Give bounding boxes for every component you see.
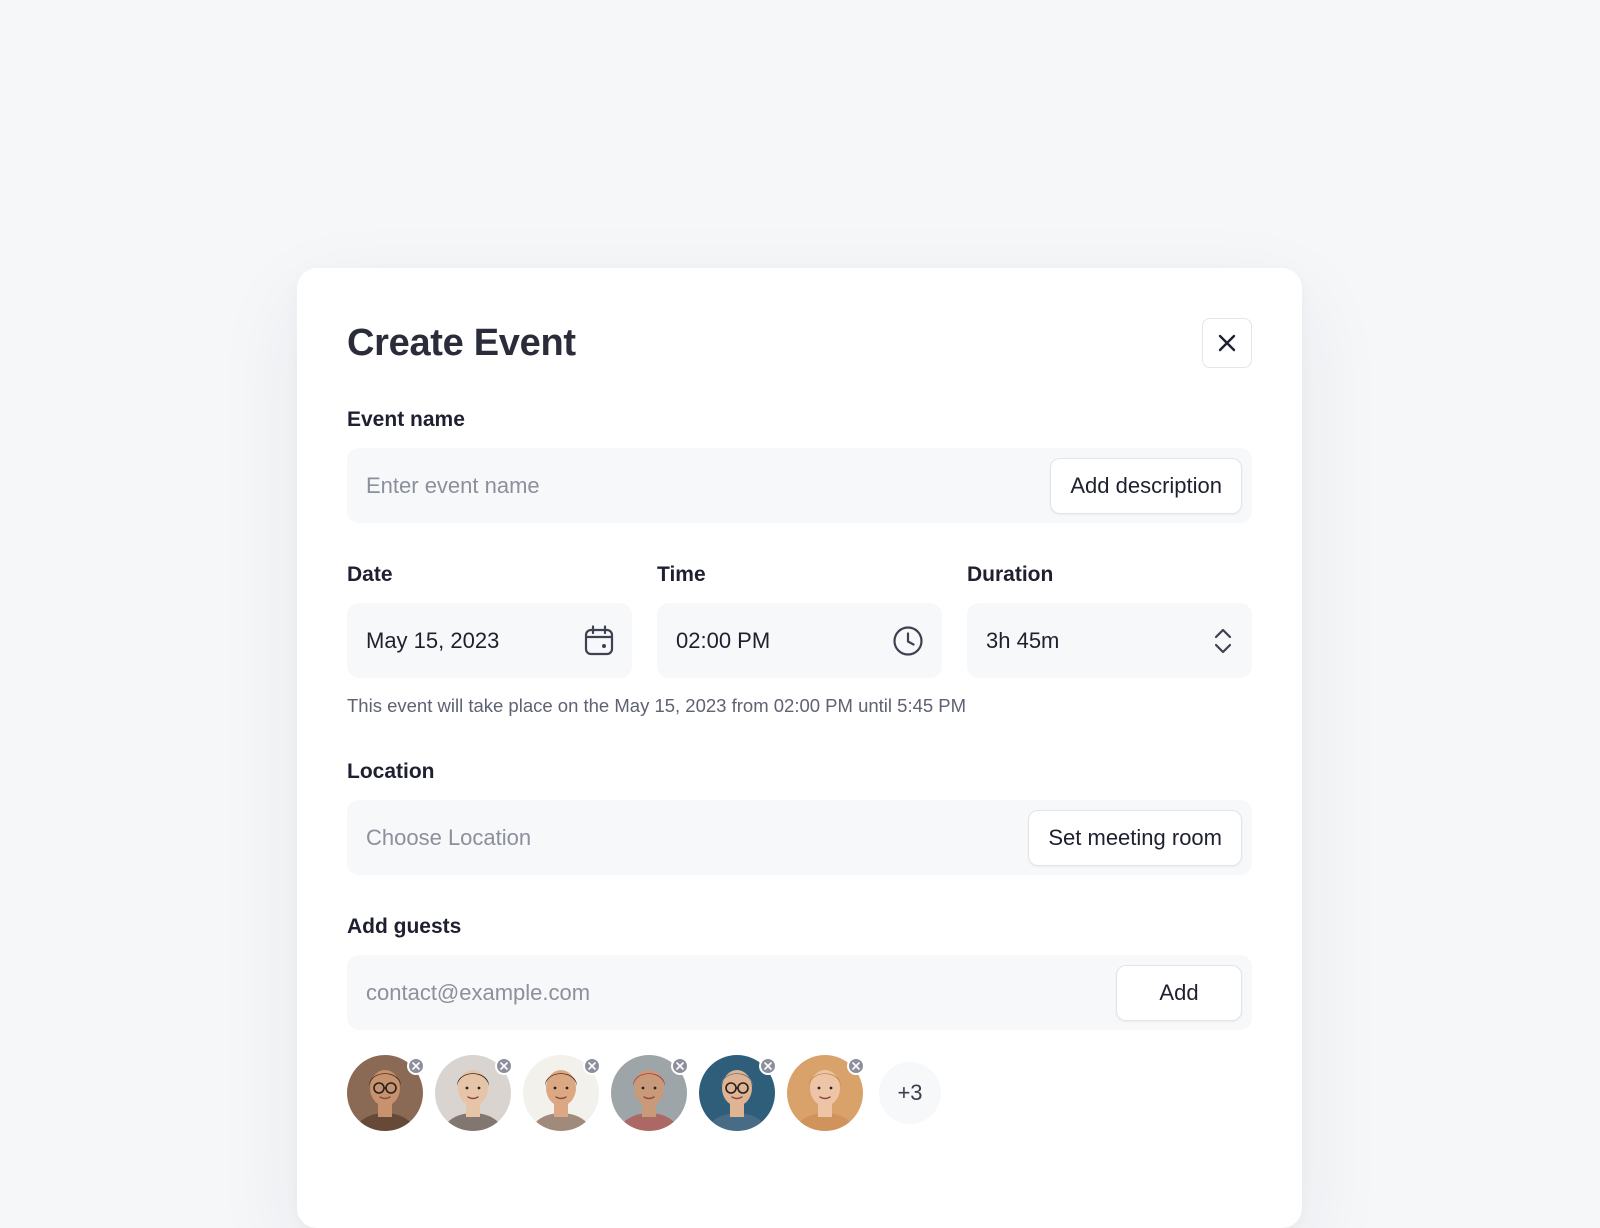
duration-value: 3h 45m bbox=[986, 627, 1060, 653]
date-label: Date bbox=[347, 563, 393, 586]
calendar-icon bbox=[584, 624, 614, 655]
datetime-section: Date May 15, 2023 Time 02:00 PM Duration… bbox=[347, 563, 1252, 717]
duration-picker[interactable]: 3h 45m bbox=[967, 603, 1252, 678]
close-icon bbox=[588, 1062, 596, 1070]
add-guest-button[interactable]: Add bbox=[1116, 964, 1242, 1021]
time-column: Time 02:00 PM bbox=[657, 563, 942, 678]
event-summary-text: This event will take place on the May 15… bbox=[347, 695, 967, 716]
time-picker[interactable]: 02:00 PM bbox=[657, 603, 942, 678]
guests-field: Add bbox=[347, 955, 1252, 1030]
close-icon bbox=[500, 1062, 508, 1070]
duration-label: Duration bbox=[967, 563, 1054, 586]
event-name-input[interactable] bbox=[366, 472, 1051, 499]
guests-label: Add guests bbox=[347, 915, 462, 938]
clock-icon bbox=[893, 625, 923, 656]
close-icon bbox=[676, 1062, 684, 1070]
event-name-label: Event name bbox=[347, 408, 465, 431]
remove-guest-button[interactable] bbox=[759, 1057, 777, 1075]
close-icon bbox=[1218, 334, 1236, 352]
guest-avatar bbox=[787, 1055, 865, 1131]
location-section: Location Set meeting room bbox=[347, 760, 1252, 875]
create-event-modal: Create Event Event name Add description … bbox=[297, 268, 1302, 1228]
more-guests-count[interactable]: +3 bbox=[879, 1062, 941, 1124]
guest-avatar bbox=[523, 1055, 601, 1131]
event-name-section: Event name Add description bbox=[347, 408, 1252, 523]
close-icon bbox=[764, 1062, 772, 1070]
remove-guest-button[interactable] bbox=[583, 1057, 601, 1075]
modal-title: Create Event bbox=[347, 321, 576, 364]
time-value: 02:00 PM bbox=[676, 627, 771, 653]
event-name-field: Add description bbox=[347, 448, 1252, 523]
remove-guest-button[interactable] bbox=[671, 1057, 689, 1075]
date-column: Date May 15, 2023 bbox=[347, 563, 632, 678]
duration-column: Duration 3h 45m bbox=[967, 563, 1252, 678]
location-input[interactable] bbox=[366, 824, 1029, 851]
guest-avatar bbox=[435, 1055, 513, 1131]
date-value: May 15, 2023 bbox=[366, 627, 500, 653]
remove-guest-button[interactable] bbox=[495, 1057, 513, 1075]
remove-guest-button[interactable] bbox=[847, 1057, 865, 1075]
time-label: Time bbox=[657, 563, 706, 586]
set-meeting-room-button[interactable]: Set meeting room bbox=[1028, 809, 1242, 866]
modal-header: Create Event bbox=[347, 318, 1252, 368]
guest-email-input[interactable] bbox=[366, 979, 1116, 1006]
chevron-up-down-icon[interactable] bbox=[1212, 626, 1234, 656]
date-picker[interactable]: May 15, 2023 bbox=[347, 603, 632, 678]
add-description-button[interactable]: Add description bbox=[1050, 457, 1242, 514]
guest-avatar-list: +3 bbox=[347, 1055, 1252, 1131]
guest-avatar bbox=[611, 1055, 689, 1131]
close-button[interactable] bbox=[1202, 318, 1252, 368]
location-label: Location bbox=[347, 760, 435, 783]
guest-avatar bbox=[699, 1055, 777, 1131]
location-field: Set meeting room bbox=[347, 800, 1252, 875]
guest-avatar bbox=[347, 1055, 425, 1131]
remove-guest-button[interactable] bbox=[407, 1057, 425, 1075]
guests-section: Add guests Add bbox=[347, 915, 1252, 1131]
close-icon bbox=[852, 1062, 860, 1070]
close-icon bbox=[412, 1062, 420, 1070]
